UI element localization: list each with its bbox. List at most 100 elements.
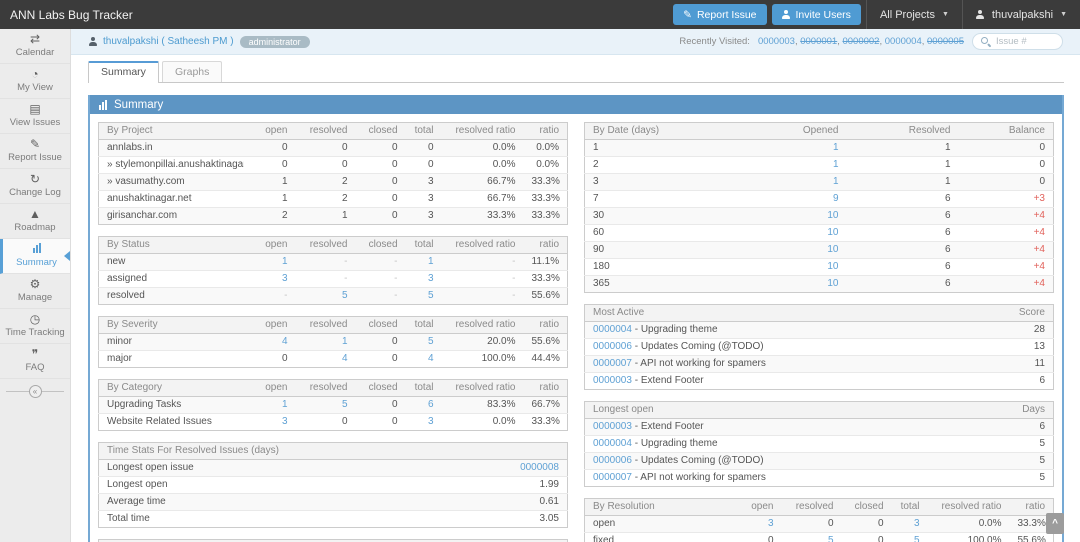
issue-link[interactable]: 4: [282, 336, 288, 347]
sidebar-item-label: Report Issue: [8, 152, 62, 163]
issue-link[interactable]: 0000008: [520, 462, 559, 473]
recently-visited-label: Recently Visited:: [679, 36, 750, 47]
column-header: Balance: [959, 123, 1054, 140]
recent-issue-link[interactable]: 0000001: [800, 36, 837, 47]
table-row: 30106+4: [585, 208, 1054, 225]
sidebar-item-faq[interactable]: ❞FAQ: [0, 344, 70, 379]
invite-users-button[interactable]: Invite Users: [772, 4, 861, 25]
sidebar-item-label: Change Log: [9, 187, 61, 198]
issue-link[interactable]: 4: [342, 353, 348, 364]
column-header: Resolved: [847, 123, 959, 140]
sidebar-item-calendar[interactable]: ⇄Calendar: [0, 29, 70, 64]
column-header: open: [244, 380, 296, 397]
column-header: closed: [356, 380, 406, 397]
sidebar-item-change-log[interactable]: ↻Change Log: [0, 169, 70, 204]
sidebar-item-label: Manage: [18, 292, 52, 303]
issue-link[interactable]: 0000006: [593, 341, 632, 352]
issue-link[interactable]: 1: [428, 256, 434, 267]
clock-icon: ◷: [30, 313, 40, 326]
issue-link[interactable]: 10: [827, 227, 838, 238]
issue-link[interactable]: 5: [428, 336, 434, 347]
issue-link[interactable]: 1: [342, 336, 348, 347]
column-header: closed: [356, 123, 406, 140]
column-header: resolved ratio: [442, 317, 524, 334]
issue-link[interactable]: 1: [833, 142, 839, 153]
shuffle-icon: ⇄: [30, 33, 40, 46]
sidebar-item-time-tracking[interactable]: ◷Time Tracking: [0, 309, 70, 344]
table-row: 0000003 - Extend Footer6: [585, 419, 1054, 436]
issue-link[interactable]: 0000003: [593, 375, 632, 386]
sidebar-item-my-view[interactable]: ◔My View: [0, 64, 70, 99]
column-header: closed: [842, 499, 892, 516]
issue-search-input[interactable]: [996, 36, 1054, 47]
issue-link[interactable]: 1: [833, 159, 839, 170]
table-row: resolved-5-5-55.6%: [99, 288, 568, 305]
table-row: major0404100.0%44.4%: [99, 351, 568, 368]
report-issue-button[interactable]: ✎ Report Issue: [673, 4, 766, 25]
issue-link[interactable]: 3: [428, 273, 434, 284]
user-profile-link[interactable]: thuvalpakshi ( Satheesh PM ): [103, 36, 234, 47]
edit-icon: ✎: [683, 9, 692, 21]
issue-link[interactable]: 5: [342, 290, 348, 301]
by-resolution-table: By Resolutionopenresolvedclosedtotalreso…: [584, 498, 1054, 542]
issue-link[interactable]: 3: [768, 518, 774, 529]
table-row: 365106+4: [585, 276, 1054, 293]
app-title: ANN Labs Bug Tracker: [10, 8, 133, 22]
sidebar-item-report-issue[interactable]: ✎Report Issue: [0, 134, 70, 169]
issue-link[interactable]: 10: [827, 210, 838, 221]
recent-issue-link[interactable]: 0000005: [927, 36, 964, 47]
issue-link[interactable]: 3: [914, 518, 920, 529]
issue-link[interactable]: 0000006: [593, 455, 632, 466]
projects-dropdown[interactable]: All Projects ▼: [866, 0, 962, 29]
issue-link[interactable]: 3: [282, 416, 288, 427]
sidebar-item-view-issues[interactable]: ▤View Issues: [0, 99, 70, 134]
issue-link[interactable]: 1: [282, 256, 288, 267]
column-header: closed: [356, 237, 406, 254]
recent-issue-link[interactable]: 0000003: [758, 36, 795, 47]
issue-link[interactable]: 0000004: [593, 324, 632, 335]
sidebar-item-roadmap[interactable]: ▲Roadmap: [0, 204, 70, 239]
issue-link[interactable]: 4: [428, 353, 434, 364]
user-menu[interactable]: thuvalpakshi ▼: [962, 0, 1080, 29]
recent-issue-link[interactable]: 0000004: [885, 36, 922, 47]
column-header: By Severity: [99, 317, 244, 334]
issue-link[interactable]: 3: [428, 416, 434, 427]
scroll-top-button[interactable]: ^: [1046, 513, 1064, 534]
sidebar-collapse-toggle[interactable]: «: [0, 379, 70, 403]
time-stats-table: Time Stats For Resolved Issues (days)Lon…: [98, 442, 568, 528]
sidebar-item-summary[interactable]: Summary: [0, 239, 70, 274]
issue-link[interactable]: 5: [342, 399, 348, 410]
issue-link[interactable]: 1: [282, 399, 288, 410]
issue-link[interactable]: 10: [827, 261, 838, 272]
sidebar-item-manage[interactable]: ⚙Manage: [0, 274, 70, 309]
issue-link[interactable]: 3: [282, 273, 288, 284]
issue-link[interactable]: 10: [827, 244, 838, 255]
issue-link[interactable]: 1: [833, 176, 839, 187]
issue-link[interactable]: 5: [914, 535, 920, 542]
column-header: By Project: [99, 123, 244, 140]
recent-issue-link[interactable]: 0000002: [842, 36, 879, 47]
column-header: Score: [1004, 305, 1054, 322]
column-header: resolved ratio: [928, 499, 1010, 516]
issue-link[interactable]: 9: [833, 193, 839, 204]
table-row: 3110: [585, 174, 1054, 191]
summary-panel-body: By Projectopenresolvedclosedtotalresolve…: [90, 114, 1062, 542]
role-badge: administrator: [240, 36, 310, 48]
issue-link[interactable]: 10: [827, 278, 838, 289]
issue-link[interactable]: 0000007: [593, 472, 632, 483]
gears-icon: ⚙: [30, 278, 41, 291]
issue-link[interactable]: 0000004: [593, 438, 632, 449]
tab-graphs[interactable]: Graphs: [162, 61, 222, 82]
issue-link[interactable]: 6: [428, 399, 434, 410]
issue-link[interactable]: 5: [428, 290, 434, 301]
issue-link[interactable]: 0000007: [593, 358, 632, 369]
column-header: resolved: [296, 380, 356, 397]
tab-summary[interactable]: Summary: [88, 61, 159, 83]
issue-link[interactable]: 0000003: [593, 421, 632, 432]
column-header: resolved ratio: [442, 123, 524, 140]
table-row: open30030.0%33.3%: [585, 516, 1054, 533]
table-row: anushaktinagar.net120366.7%33.3%: [99, 191, 568, 208]
issue-link[interactable]: 5: [828, 535, 834, 542]
by-status-table: By Statusopenresolvedclosedtotalresolved…: [98, 236, 568, 305]
column-header: ratio: [524, 380, 568, 397]
